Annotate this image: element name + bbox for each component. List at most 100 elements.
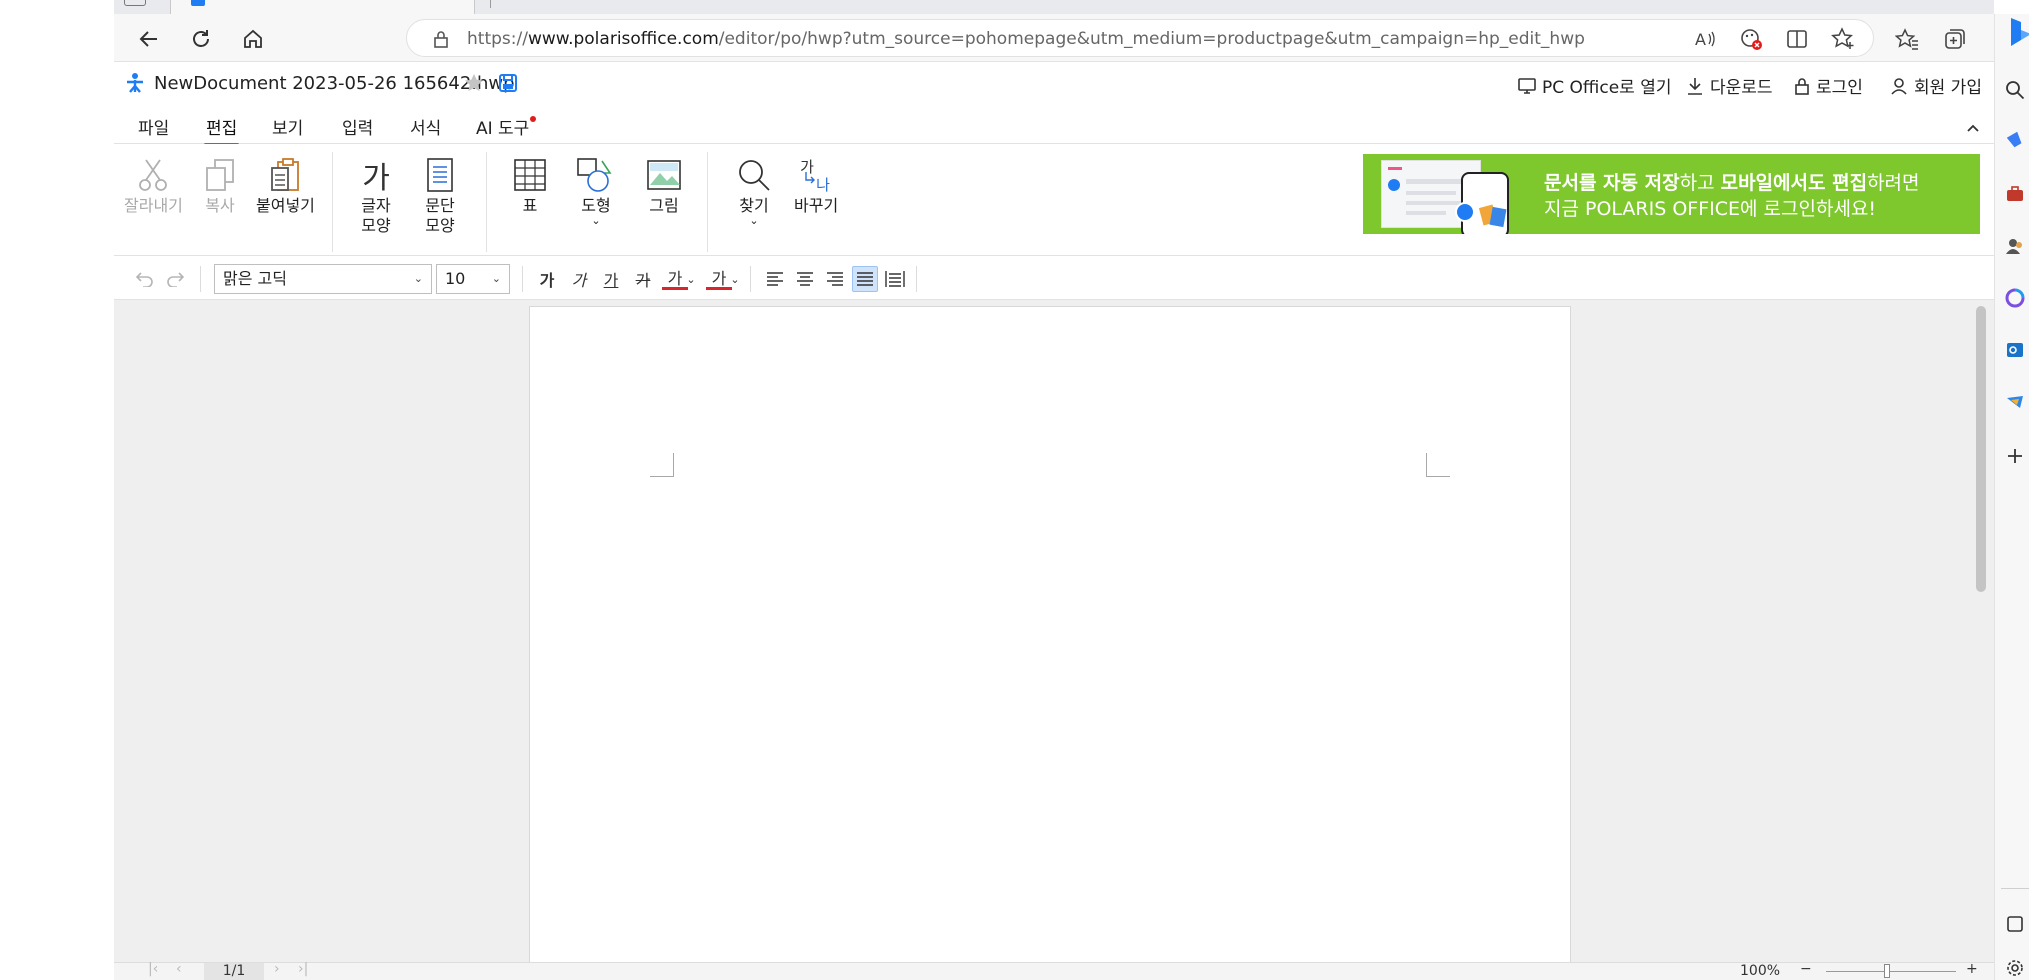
menu-bar: 파일 편집 보기 입력 서식 AI 도구 — [114, 106, 1994, 146]
polaris-logo-icon[interactable] — [124, 72, 146, 96]
align-left-icon — [767, 272, 783, 286]
split-screen-icon[interactable] — [1785, 27, 1809, 51]
prev-page-icon[interactable]: ‹ — [176, 961, 182, 977]
signup-link[interactable]: 회원 가입 — [1890, 73, 1982, 98]
align-right-button[interactable] — [822, 266, 848, 292]
collapse-ribbon-icon[interactable] — [1966, 118, 1980, 137]
refresh-icon — [193, 30, 209, 47]
align-center-button[interactable] — [792, 266, 818, 292]
add-favorite-icon[interactable] — [1831, 27, 1855, 51]
lock-icon[interactable] — [429, 27, 453, 51]
bing-chat-icon[interactable] — [2007, 16, 2029, 50]
tab-format[interactable]: 서식 — [410, 114, 441, 139]
magnifier-icon — [734, 154, 774, 196]
undo-button[interactable] — [132, 266, 158, 292]
browser-active-tab[interactable] — [170, 0, 475, 14]
align-justify-button[interactable] — [852, 266, 878, 292]
address-bar[interactable]: https://www.polarisoffice.com/editor/po/… — [406, 19, 1874, 57]
sidebar-toggle-icon[interactable] — [2001, 910, 2029, 938]
cut-button[interactable]: 잘라내기 — [124, 154, 183, 216]
undo-icon — [135, 272, 153, 287]
highlight-dropdown-icon[interactable]: ⌄ — [728, 266, 742, 292]
home-button[interactable] — [236, 22, 270, 56]
pc-office-label: PC Office로 열기 — [1542, 78, 1672, 98]
ribbon-divider — [707, 152, 708, 252]
zoom-slider-track[interactable] — [1826, 971, 1956, 972]
vertical-scrollbar[interactable] — [1976, 306, 1986, 592]
tab-view[interactable]: 보기 — [272, 114, 303, 139]
sidebar-settings-icon[interactable] — [2001, 954, 2029, 980]
favorites-button[interactable] — [1890, 22, 1924, 56]
favorite-star-icon[interactable] — [464, 73, 484, 97]
login-promo-banner[interactable]: 문서를 자동 저장하고 모바일에서도 편집하려면 지금 POLARIS OFFI… — [1363, 154, 1980, 234]
tab-file[interactable]: 파일 — [138, 114, 169, 139]
char-shape-icon: 가 — [362, 161, 390, 196]
zoom-slider-handle[interactable] — [1884, 964, 1890, 978]
shape-icon — [576, 154, 616, 196]
strikethrough-button[interactable]: 가 — [630, 266, 656, 292]
font-name-select[interactable]: 맑은 고딕 ⌄ — [214, 264, 432, 294]
tracking-prevention-icon[interactable] — [1739, 27, 1763, 51]
read-aloud-icon[interactable]: A — [1693, 27, 1717, 51]
tab-edit[interactable]: 편집 — [203, 114, 240, 146]
office-icon[interactable] — [2001, 284, 2029, 312]
search-sidebar-icon[interactable] — [2001, 76, 2029, 104]
last-page-icon[interactable]: ›| — [298, 961, 308, 977]
align-left-button[interactable] — [762, 266, 788, 292]
underline-button[interactable]: 가 — [598, 266, 624, 292]
page-indicator[interactable]: 1/1 — [204, 963, 264, 980]
font-color-dropdown-icon[interactable]: ⌄ — [684, 266, 698, 292]
find-button[interactable]: 찾기 ⌄ — [734, 154, 774, 226]
cut-label: 잘라내기 — [124, 196, 183, 215]
login-link[interactable]: 로그인 — [1794, 73, 1863, 98]
shape-button[interactable]: 도형 ⌄ — [576, 154, 616, 226]
tab-insert[interactable]: 입력 — [342, 114, 373, 139]
url-text[interactable]: https://www.polarisoffice.com/editor/po/… — [467, 20, 1585, 58]
zoom-out-icon[interactable]: − — [1800, 961, 1812, 977]
scissors-icon — [133, 154, 173, 196]
italic-button[interactable]: 가 — [566, 266, 592, 292]
char-shape-button[interactable]: 가 글자 모양 — [356, 154, 396, 236]
tools-icon[interactable] — [2001, 180, 2029, 208]
save-icon[interactable] — [498, 73, 518, 97]
collections-button[interactable] — [1938, 22, 1972, 56]
shopping-icon[interactable] — [2001, 126, 2029, 154]
tab-ai-tools[interactable]: AI 도구 — [476, 114, 529, 139]
refresh-button[interactable] — [184, 22, 218, 56]
picture-button[interactable]: 그림 — [644, 154, 684, 216]
add-sidebar-icon[interactable] — [2001, 442, 2029, 470]
next-page-icon[interactable]: › — [274, 961, 280, 977]
first-page-icon[interactable]: |‹ — [148, 961, 158, 977]
font-size-select[interactable]: 10 ⌄ — [436, 264, 510, 294]
people-icon[interactable] — [2001, 232, 2029, 260]
pc-office-open-link[interactable]: PC Office로 열기 — [1518, 73, 1671, 98]
app-header: NewDocument 2023-05-26 165642.hwp PC Off… — [114, 62, 1994, 106]
games-icon[interactable] — [2001, 388, 2029, 416]
margin-corner-top-right — [1426, 453, 1450, 477]
format-divider — [916, 266, 917, 292]
paste-button[interactable]: 붙여넣기 — [256, 154, 315, 216]
table-button[interactable]: 표 — [510, 154, 550, 216]
download-icon — [1688, 77, 1702, 95]
home-icon — [244, 29, 262, 48]
document-page[interactable] — [529, 306, 1571, 966]
left-blank-area — [0, 0, 114, 980]
back-button[interactable] — [132, 22, 166, 56]
distribute-button[interactable] — [882, 266, 908, 292]
copy-button[interactable]: 복사 — [200, 154, 240, 216]
find-label: 찾기 — [739, 196, 769, 215]
redo-button[interactable] — [162, 266, 188, 292]
zoom-in-icon[interactable]: + — [1966, 961, 1978, 977]
copy-icon — [200, 154, 240, 196]
align-right-icon — [827, 272, 843, 286]
document-title[interactable]: NewDocument 2023-05-26 165642.hwp — [154, 73, 515, 94]
outlook-icon[interactable] — [2001, 336, 2029, 364]
bold-button[interactable]: 가 — [534, 266, 560, 292]
replace-button[interactable]: 가 나 바꾸기 — [794, 154, 838, 216]
find-dropdown-icon[interactable]: ⌄ — [749, 215, 758, 226]
tab-actions-icon[interactable] — [124, 0, 146, 6]
shape-dropdown-icon[interactable]: ⌄ — [591, 215, 600, 226]
para-shape-button[interactable]: 문단 모양 — [420, 154, 460, 236]
chevron-down-icon: ⌄ — [491, 272, 501, 285]
download-link[interactable]: 다운로드 — [1686, 73, 1773, 98]
